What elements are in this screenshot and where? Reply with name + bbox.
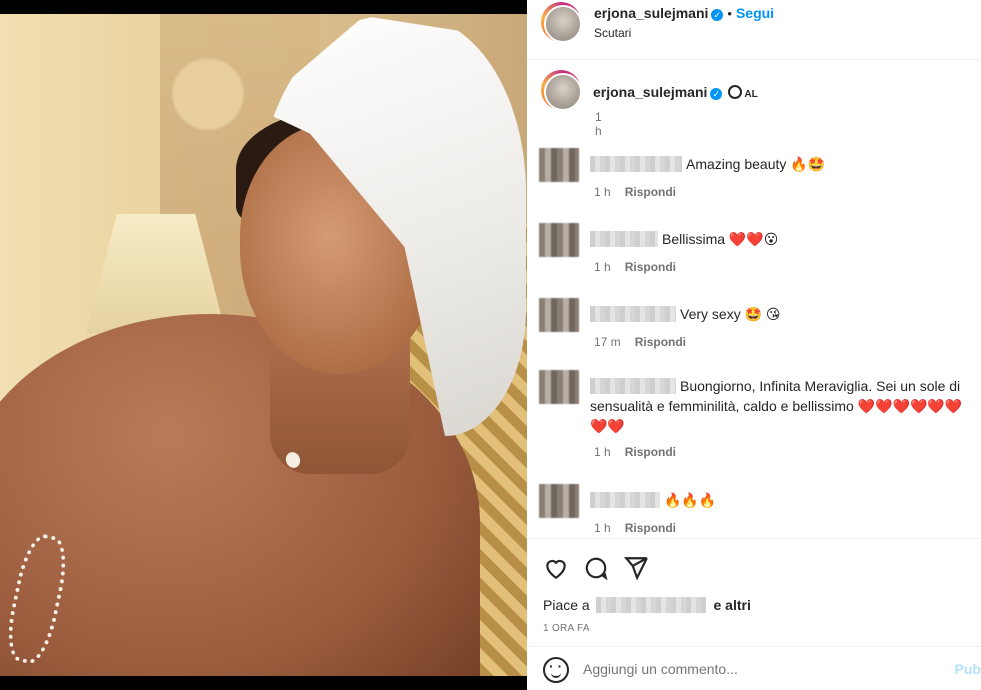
comment-time: 1 h: [594, 185, 611, 199]
post-photo[interactable]: [0, 14, 527, 676]
commenter-avatar[interactable]: [539, 148, 579, 182]
comment-time: 1 h: [594, 445, 611, 459]
reply-button[interactable]: Rispondi: [635, 335, 686, 349]
header-username[interactable]: erjona_sulejmani: [594, 5, 708, 21]
emoji-icon[interactable]: [543, 657, 569, 683]
comment-meta: 1 h Rispondi: [594, 444, 676, 459]
add-comment-bar: Pub: [527, 646, 981, 690]
caption-user-line: erjona_sulejmani ✓ AL: [593, 84, 758, 100]
comment-text: Amazing beauty 🔥🤩: [686, 156, 826, 172]
comment-text: 🔥🔥🔥: [664, 492, 717, 508]
comments-list[interactable]: erjona_sulejmani ✓ AL 1 h Amazing beauty 🔥…: [527, 60, 981, 538]
comment-icon[interactable]: [583, 555, 609, 581]
comment-body: Buongiorno, Infinita Meraviglia. Sei un …: [590, 376, 973, 436]
header-separator: •: [727, 6, 732, 21]
caption-time: 1 h: [595, 110, 602, 138]
header-user-line: erjona_sulejmani ✓ • Segui: [594, 5, 774, 21]
commenter-avatar[interactable]: [539, 370, 579, 404]
commenter-avatar[interactable]: [539, 298, 579, 332]
post-actions: Piace a e altri 1 ORA FA: [527, 538, 981, 646]
publish-button[interactable]: Pub: [955, 661, 981, 677]
comment-body: 🔥🔥🔥: [590, 490, 973, 510]
blurred-username[interactable]: [590, 156, 682, 172]
comment-meta: 1 h Rispondi: [594, 520, 676, 535]
send-icon[interactable]: [623, 555, 649, 581]
likes-others-link[interactable]: altri: [725, 597, 751, 613]
blurred-username[interactable]: [590, 306, 676, 322]
comment-time: 1 h: [594, 260, 611, 274]
likes-suffix: e: [713, 597, 722, 613]
commenter-avatar[interactable]: [539, 484, 579, 518]
blurred-liker-username[interactable]: [595, 597, 706, 613]
comment-body: Very sexy 🤩 😘: [590, 304, 973, 324]
post-header: erjona_sulejmani ✓ • Segui Scutari: [527, 0, 981, 60]
comment-text: Very sexy 🤩 😘: [680, 306, 781, 322]
comment-meta: 17 m Rispondi: [594, 334, 686, 349]
commenter-avatar[interactable]: [539, 223, 579, 257]
verified-badge-icon: ✓: [710, 88, 723, 100]
caption-language: AL: [744, 89, 758, 100]
comment-time: 1 h: [594, 521, 611, 535]
post-timestamp[interactable]: 1 ORA FA: [543, 623, 590, 634]
caption-username[interactable]: erjona_sulejmani: [593, 84, 707, 100]
comment-meta: 1 h Rispondi: [594, 184, 676, 199]
reply-button[interactable]: Rispondi: [625, 260, 676, 274]
translate-bubble-icon[interactable]: [728, 85, 743, 99]
reply-button[interactable]: Rispondi: [625, 445, 676, 459]
comment-text: Bellissima ❤️❤️😮: [662, 231, 779, 247]
comment-input[interactable]: [583, 661, 903, 677]
heart-icon[interactable]: [543, 555, 569, 581]
likes-summary: Piace a e altri: [543, 597, 751, 613]
comment-body: Amazing beauty 🔥🤩: [590, 154, 973, 174]
follow-button[interactable]: Segui: [736, 5, 774, 21]
comment-body: Bellissima ❤️❤️😮: [590, 229, 973, 249]
caption-avatar[interactable]: [541, 70, 582, 111]
comment-meta: 1 h Rispondi: [594, 259, 676, 274]
likes-prefix: Piace a: [543, 597, 590, 613]
post-side-panel: erjona_sulejmani ✓ • Segui Scutari erjona_s…: [527, 0, 981, 690]
blurred-username[interactable]: [590, 231, 658, 247]
header-location[interactable]: Scutari: [594, 26, 631, 40]
reply-button[interactable]: Rispondi: [625, 185, 676, 199]
reply-button[interactable]: Rispondi: [625, 521, 676, 535]
verified-badge-icon: ✓: [711, 9, 724, 21]
header-avatar[interactable]: [541, 2, 582, 43]
blurred-username[interactable]: [590, 492, 660, 508]
blurred-username[interactable]: [590, 378, 676, 394]
comment-time: 17 m: [594, 335, 621, 349]
